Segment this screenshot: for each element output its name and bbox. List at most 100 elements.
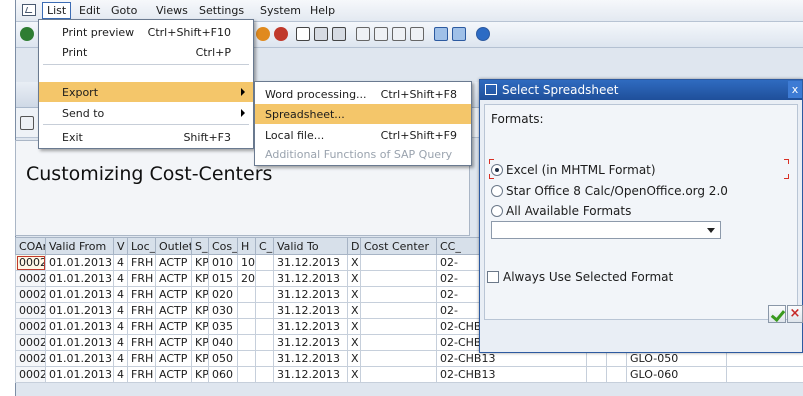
table-cell[interactable]: ACTP <box>155 366 192 383</box>
column-header[interactable]: Cost Center <box>360 237 437 255</box>
table-cell[interactable]: 050 <box>208 350 238 367</box>
table-cell[interactable]: X <box>347 366 361 383</box>
column-header[interactable]: Loc_ <box>127 237 156 255</box>
table-cell[interactable] <box>360 350 437 367</box>
radio-button[interactable] <box>491 205 503 217</box>
table-cell[interactable]: 0002 <box>15 254 46 271</box>
menu-edit[interactable]: Edit <box>79 4 100 17</box>
table-cell[interactable]: FRH <box>127 350 156 367</box>
table-cell[interactable] <box>237 302 256 319</box>
prev-page-icon[interactable] <box>374 27 388 41</box>
table-cell[interactable] <box>360 270 437 287</box>
table-cell[interactable]: KP <box>191 286 209 303</box>
table-cell[interactable] <box>360 302 437 319</box>
table-cell[interactable] <box>255 286 274 303</box>
table-cell[interactable]: 01.01.2013 <box>45 334 114 351</box>
menu-item-export[interactable]: Export <box>39 82 253 102</box>
menu-item-spreadsheet[interactable]: Spreadsheet... <box>255 104 471 124</box>
table-cell[interactable]: FRH <box>127 366 156 383</box>
table-cell[interactable]: FRH <box>127 318 156 335</box>
table-cell[interactable]: 030 <box>208 302 238 319</box>
table-cell[interactable]: FRH <box>127 286 156 303</box>
table-cell[interactable]: 0002 <box>15 302 46 319</box>
table-cell[interactable] <box>255 350 274 367</box>
table-cell[interactable]: 0002 <box>15 270 46 287</box>
table-cell[interactable] <box>237 350 256 367</box>
back-icon[interactable] <box>256 27 270 41</box>
table-cell[interactable]: 01.01.2013 <box>45 350 114 367</box>
table-cell[interactable]: ACTP <box>155 254 192 271</box>
table-cell[interactable]: 4 <box>113 366 128 383</box>
table-cell[interactable] <box>237 334 256 351</box>
table-cell[interactable] <box>360 286 437 303</box>
column-header[interactable]: Cos_ <box>208 237 238 255</box>
table-cell[interactable]: 020 <box>208 286 238 303</box>
table-cell[interactable]: KP <box>191 334 209 351</box>
table-cell[interactable]: ACTP <box>155 318 192 335</box>
table-cell[interactable]: 4 <box>113 334 128 351</box>
table-cell[interactable]: 01.01.2013 <box>45 366 114 383</box>
table-cell[interactable]: 01.01.2013 <box>45 318 114 335</box>
checkbox[interactable] <box>487 271 499 283</box>
table-cell[interactable] <box>255 318 274 335</box>
table-cell[interactable]: X <box>347 270 361 287</box>
column-header[interactable]: Outlet <box>155 237 192 255</box>
menu-help[interactable]: Help <box>310 4 335 17</box>
table-cell[interactable]: KP <box>191 366 209 383</box>
table-cell[interactable]: 02-CHB13 <box>436 366 587 383</box>
menu-list[interactable]: List <box>42 2 72 19</box>
table-cell[interactable] <box>255 254 274 271</box>
table-cell[interactable]: KP <box>191 350 209 367</box>
table-cell[interactable]: X <box>347 286 361 303</box>
table-cell[interactable]: 20 <box>237 270 256 287</box>
table-row[interactable]: 0002 01.01.2013 4 FRH ACTP KP 060 31.12.2013 X 02… <box>15 366 803 383</box>
menu-views[interactable]: Views <box>156 4 188 17</box>
table-cell[interactable]: FRH <box>127 302 156 319</box>
table-cell[interactable]: KP <box>191 302 209 319</box>
table-cell[interactable]: 31.12.2013 <box>273 350 348 367</box>
table-cell[interactable] <box>255 270 274 287</box>
column-header[interactable]: V <box>113 237 128 255</box>
table-cell[interactable]: X <box>347 302 361 319</box>
menu-item-print[interactable]: Print Ctrl+P <box>39 42 253 62</box>
column-header[interactable]: Valid To <box>273 237 348 255</box>
table-cell[interactable] <box>726 366 803 383</box>
table-cell[interactable]: 01.01.2013 <box>45 254 114 271</box>
table-cell[interactable]: 31.12.2013 <box>273 318 348 335</box>
menu-item-word-processing[interactable]: Word processing... Ctrl+Shift+F8 <box>255 84 471 104</box>
table-cell[interactable] <box>237 366 256 383</box>
help-icon[interactable] <box>476 27 490 41</box>
column-header[interactable]: C_ <box>255 237 274 255</box>
radio-button[interactable] <box>491 185 503 197</box>
settings-icon[interactable] <box>20 116 34 130</box>
menu-item-print-preview[interactable]: Print preview Ctrl+Shift+F10 <box>39 22 253 42</box>
next-page-icon[interactable] <box>392 27 406 41</box>
table-cell[interactable] <box>255 334 274 351</box>
table-cell[interactable] <box>255 302 274 319</box>
table-cell[interactable]: X <box>347 334 361 351</box>
table-cell[interactable] <box>606 366 627 383</box>
table-cell[interactable]: ACTP <box>155 270 192 287</box>
dialog-title-bar[interactable]: Select Spreadsheet x <box>480 80 802 100</box>
table-cell[interactable]: 4 <box>113 318 128 335</box>
chevron-down-icon[interactable] <box>707 228 715 233</box>
table-cell[interactable]: KP <box>191 254 209 271</box>
table-cell[interactable] <box>237 318 256 335</box>
table-cell[interactable]: 4 <box>113 254 128 271</box>
table-cell[interactable]: KP <box>191 318 209 335</box>
table-cell[interactable]: 4 <box>113 302 128 319</box>
column-header[interactable]: S_ <box>191 237 209 255</box>
table-cell[interactable] <box>255 366 274 383</box>
table-cell[interactable]: 4 <box>113 286 128 303</box>
cancel-icon[interactable] <box>274 27 288 41</box>
table-cell[interactable]: 0002 <box>15 286 46 303</box>
table-cell[interactable]: 0002 <box>15 318 46 335</box>
table-cell[interactable] <box>360 318 437 335</box>
table-cell[interactable]: X <box>347 254 361 271</box>
table-cell[interactable]: FRH <box>127 254 156 271</box>
close-icon[interactable]: x <box>788 81 802 98</box>
table-cell[interactable]: ACTP <box>155 350 192 367</box>
column-header[interactable]: D <box>347 237 361 255</box>
new-session-icon[interactable] <box>434 27 448 41</box>
menu-settings[interactable]: Settings <box>199 4 244 17</box>
